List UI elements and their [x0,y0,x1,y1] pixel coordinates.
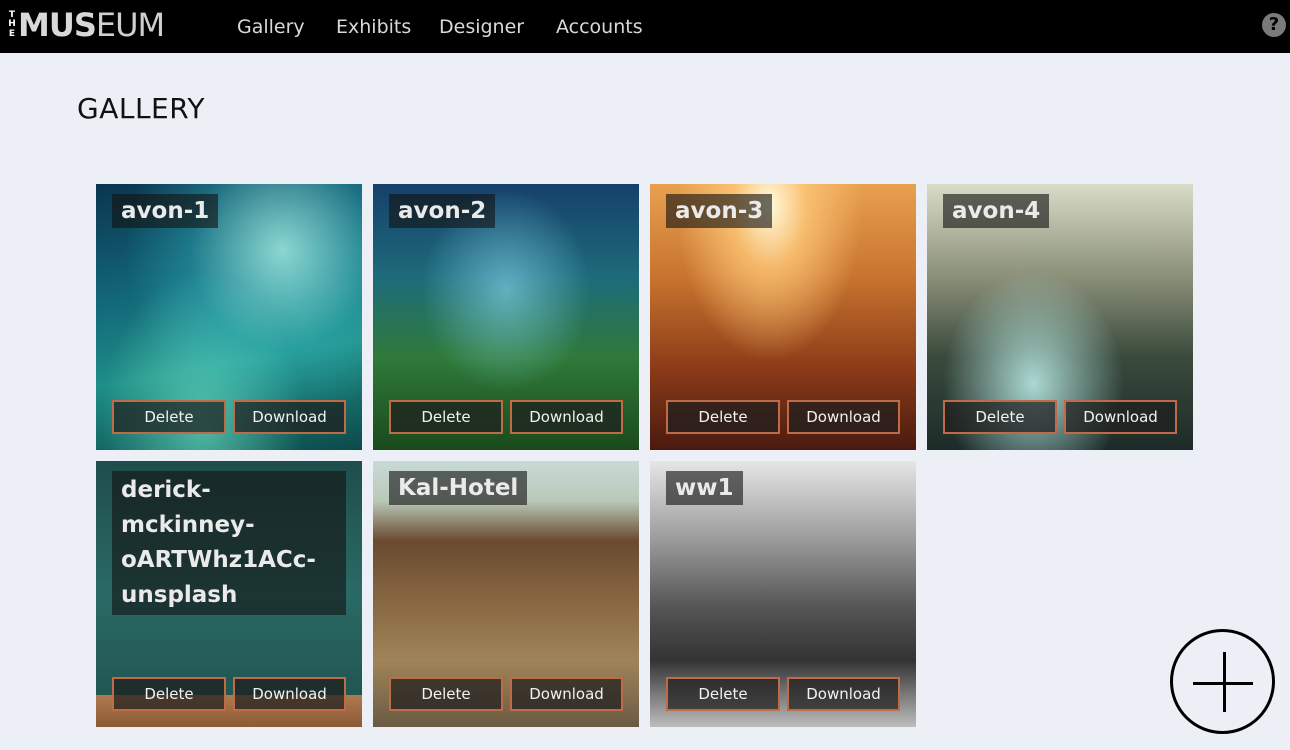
gallery-card: ww1 Delete Download [650,461,916,727]
card-title: avon-3 [666,194,773,228]
delete-button[interactable]: Delete [389,400,503,434]
logo-wordmark: MUSEUM [18,6,165,44]
download-button[interactable]: Download [510,400,623,434]
gallery-card: avon-4 Delete Download [927,184,1193,450]
nav-designer[interactable]: Designer [439,0,524,53]
plus-icon [1223,652,1226,712]
delete-button[interactable]: Delete [389,677,503,711]
add-artwork-button[interactable] [1170,629,1275,734]
card-title: avon-4 [943,194,1050,228]
page-title: GALLERY [77,92,206,125]
card-title: ww1 [666,471,743,505]
gallery-card: avon-2 Delete Download [373,184,639,450]
delete-button[interactable]: Delete [943,400,1057,434]
download-button[interactable]: Download [1064,400,1177,434]
help-icon[interactable]: ? [1262,13,1286,37]
card-title: Kal-Hotel [389,471,528,505]
download-button[interactable]: Download [787,677,900,711]
nav-gallery[interactable]: Gallery [237,0,305,53]
nav-accounts[interactable]: Accounts [556,0,643,53]
delete-button[interactable]: Delete [666,400,780,434]
card-title-line: oARTWhz1ACc- [121,547,316,573]
gallery-card: Kal-Hotel Delete Download [373,461,639,727]
gallery-card: avon-1 Delete Download [96,184,362,450]
gallery-card: avon-3 Delete Download [650,184,916,450]
logo-light: EUM [95,6,165,44]
logo-the-vertical: T H E [7,9,17,41]
download-button[interactable]: Download [787,400,900,434]
nav-exhibits[interactable]: Exhibits [336,0,411,53]
card-title: avon-2 [389,194,496,228]
download-button[interactable]: Download [510,677,623,711]
logo-bold: MUS [18,6,97,44]
download-button[interactable]: Download [233,400,346,434]
museum-logo[interactable]: T H E MUSEUM [7,6,165,44]
delete-button[interactable]: Delete [112,400,226,434]
card-title-line: unsplash [121,582,238,608]
delete-button[interactable]: Delete [112,677,226,711]
top-navigation-bar: T H E MUSEUM Gallery Exhibits Designer A… [0,0,1290,53]
card-title-line: derick- [121,477,211,503]
logo-e: E [8,28,16,39]
card-title-line: mckinney- [121,512,255,538]
download-button[interactable]: Download [233,677,346,711]
card-title: derick- mckinney- oARTWhz1ACc- unsplash [112,471,346,615]
card-title: avon-1 [112,194,219,228]
gallery-card: derick- mckinney- oARTWhz1ACc- unsplash … [96,461,362,727]
delete-button[interactable]: Delete [666,677,780,711]
